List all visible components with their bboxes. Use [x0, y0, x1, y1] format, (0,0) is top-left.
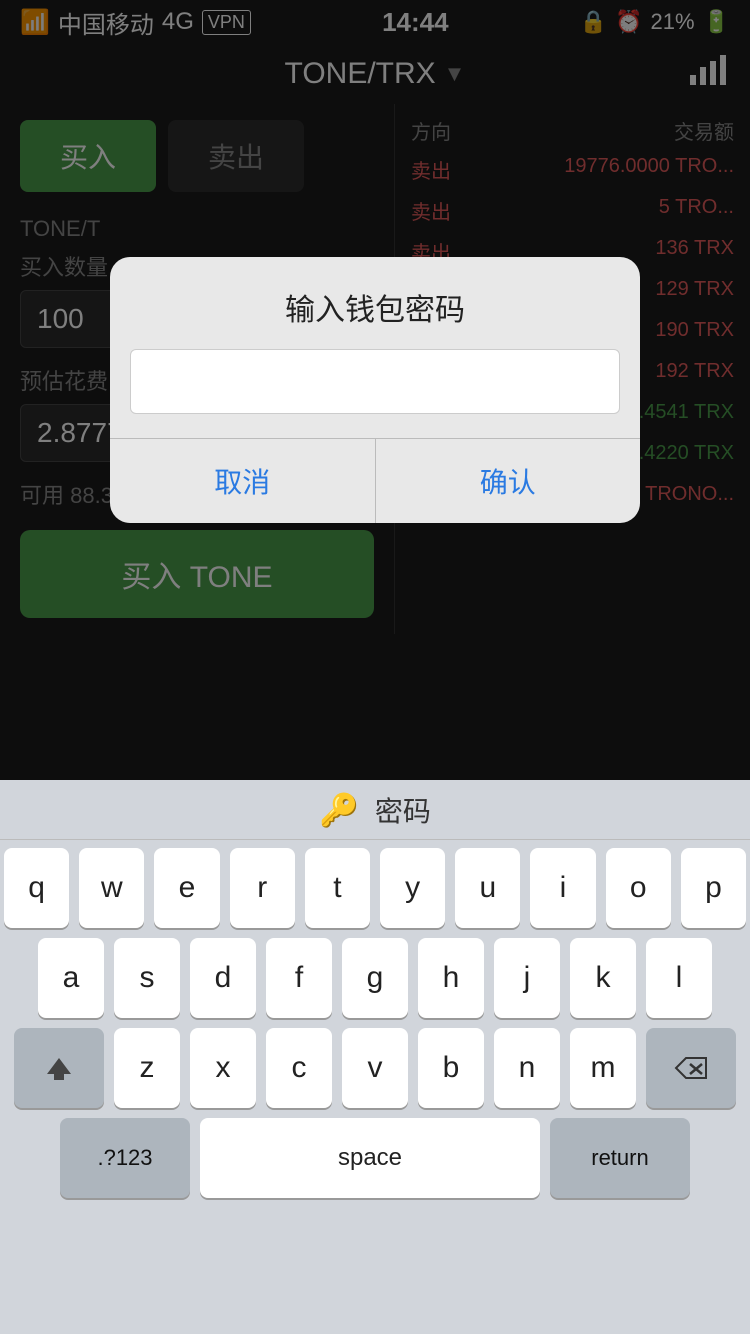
- key-n[interactable]: n: [494, 1028, 560, 1108]
- key-t[interactable]: t: [305, 848, 370, 928]
- key-s[interactable]: s: [114, 938, 180, 1018]
- space-label: space: [338, 1144, 402, 1172]
- keyboard-row-2: asdfghjkl: [4, 938, 746, 1018]
- key-i[interactable]: i: [530, 848, 595, 928]
- keyboard-area: 🔑 密码 qwertyuiop asdfghjkl zxcvbnm .?123 …: [0, 780, 750, 1334]
- key-icon: 🔑: [319, 791, 359, 829]
- return-key[interactable]: return: [550, 1118, 690, 1198]
- keyboard-top-bar: 🔑 密码: [0, 780, 750, 840]
- numeric-toggle-key[interactable]: .?123: [60, 1118, 190, 1198]
- key-c[interactable]: c: [266, 1028, 332, 1108]
- keyboard-row-1: qwertyuiop: [4, 848, 746, 928]
- password-input[interactable]: [130, 349, 620, 414]
- return-label: return: [591, 1145, 648, 1171]
- password-modal: 输入钱包密码 取消 确认: [110, 257, 640, 523]
- key-j[interactable]: j: [494, 938, 560, 1018]
- keyboard-label: 密码: [375, 790, 431, 830]
- key-x[interactable]: x: [190, 1028, 256, 1108]
- key-p[interactable]: p: [681, 848, 746, 928]
- key-l[interactable]: l: [646, 938, 712, 1018]
- key-a[interactable]: a: [38, 938, 104, 1018]
- key-r[interactable]: r: [230, 848, 295, 928]
- key-u[interactable]: u: [455, 848, 520, 928]
- key-w[interactable]: w: [79, 848, 144, 928]
- keyboard-rows: qwertyuiop asdfghjkl zxcvbnm .?123 space…: [0, 840, 750, 1216]
- key-z[interactable]: z: [114, 1028, 180, 1108]
- confirm-button[interactable]: 确认: [376, 439, 641, 523]
- delete-key[interactable]: [646, 1028, 736, 1108]
- numeric-toggle-label: .?123: [97, 1145, 152, 1171]
- shift-key[interactable]: [14, 1028, 104, 1108]
- key-h[interactable]: h: [418, 938, 484, 1018]
- modal-overlay: 输入钱包密码 取消 确认: [0, 0, 750, 780]
- key-q[interactable]: q: [4, 848, 69, 928]
- key-d[interactable]: d: [190, 938, 256, 1018]
- modal-buttons: 取消 确认: [110, 438, 640, 523]
- key-o[interactable]: o: [606, 848, 671, 928]
- key-e[interactable]: e: [154, 848, 219, 928]
- keyboard-row-3: zxcvbnm: [4, 1028, 746, 1108]
- keyboard-row-bottom: .?123 space return: [4, 1118, 746, 1198]
- modal-title: 输入钱包密码: [110, 257, 640, 349]
- cancel-button[interactable]: 取消: [110, 439, 376, 523]
- key-g[interactable]: g: [342, 938, 408, 1018]
- key-f[interactable]: f: [266, 938, 332, 1018]
- modal-input-wrap: [110, 349, 640, 438]
- key-y[interactable]: y: [380, 848, 445, 928]
- key-k[interactable]: k: [570, 938, 636, 1018]
- key-v[interactable]: v: [342, 1028, 408, 1108]
- space-key[interactable]: space: [200, 1118, 540, 1198]
- key-b[interactable]: b: [418, 1028, 484, 1108]
- key-m[interactable]: m: [570, 1028, 636, 1108]
